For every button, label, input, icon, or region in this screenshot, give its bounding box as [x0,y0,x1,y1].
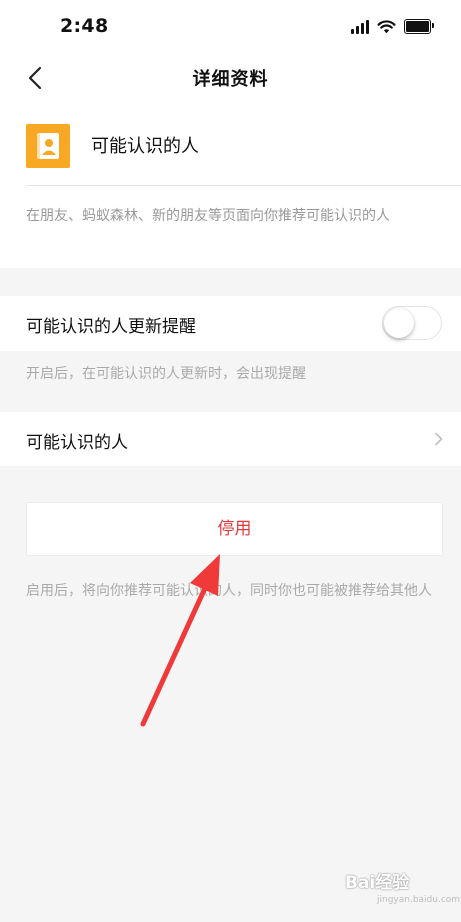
watermark-url: jingyan.baidu.com [377,895,461,905]
nav-bar: 详细资料 [0,52,461,104]
contact-card-icon [26,124,70,168]
update-reminder-row: 可能认识的人更新提醒 [0,296,461,351]
page-title: 详细资料 [192,69,269,90]
disable-hint: 启用后，将向你推荐可能认识的人，同时你也可能被推荐给其他人 [26,583,432,599]
baidu-jingyan-watermark: Bai经验 jingyan.baidu.com [345,868,460,905]
watermark-text: Bai经验 [345,873,410,893]
people-row-label: 可能认识的人 [26,433,128,453]
divider [26,185,461,186]
status-bar: 2:48 [0,0,461,52]
update-reminder-label: 可能认识的人更新提醒 [26,317,196,337]
update-reminder-hint: 开启后，在可能认识的人更新时，会出现提醒 [26,366,306,382]
people-you-may-know-row[interactable]: 可能认识的人 [0,412,461,466]
chevron-right-icon [435,432,443,446]
cellular-signal-icon [351,20,369,34]
disable-button[interactable]: 停用 [26,502,443,556]
status-icons [351,19,434,34]
feature-description: 在朋友、蚂蚁森林、新的朋友等页面向你推荐可能认识的人 [26,208,390,224]
feature-header-card: 可能认识的人 在朋友、蚂蚁森林、新的朋友等页面向你推荐可能认识的人 [0,104,461,268]
wifi-icon [377,20,396,34]
toggle-knob [384,308,414,338]
update-reminder-toggle[interactable] [382,306,442,340]
status-time: 2:48 [60,15,109,37]
feature-title: 可能认识的人 [91,136,199,157]
battery-icon [404,19,434,34]
